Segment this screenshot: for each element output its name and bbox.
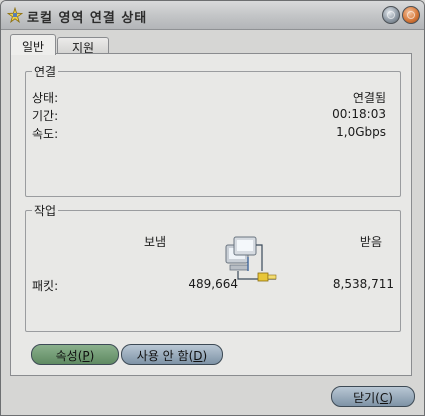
tab-support[interactable]: 지원 (57, 37, 109, 55)
status-label: 상태: (32, 91, 59, 105)
disable-hotkey: D (193, 349, 203, 363)
close-hotkey-close: ) (388, 391, 393, 405)
properties-button[interactable]: 속성(P) (31, 344, 119, 365)
disable-hotkey-close: ) (202, 349, 208, 363)
status-dialog: 로컬 영역 연결 상태 일반 지원 연결 상태: 연결됨 기간: 00:18:0… (0, 0, 425, 416)
disable-button[interactable]: 사용 안 함(D) (121, 344, 223, 365)
properties-hotkey: P (82, 349, 90, 363)
tab-general[interactable]: 일반 (10, 34, 56, 55)
activity-legend: 작업 (34, 204, 57, 218)
disable-button-label: 사용 안 함 (136, 349, 189, 363)
close-button[interactable]: 닫기(C) (331, 386, 415, 407)
packets-label: 패킷: (32, 279, 59, 293)
received-label: 받음 (359, 235, 382, 249)
duration-label: 기간: (32, 109, 59, 123)
close-button-label: 닫기 (353, 391, 376, 405)
properties-hotkey-close: ) (89, 349, 95, 363)
speed-value: 1,0Gbps (336, 125, 386, 139)
title-bar[interactable]: 로컬 영역 연결 상태 (1, 1, 424, 30)
packets-sent-value: 489,664 (188, 277, 238, 291)
speed-label: 속도: (32, 127, 59, 141)
duration-value: 00:18:03 (332, 107, 386, 121)
properties-button-label: 속성 (55, 349, 78, 363)
close-icon (407, 11, 415, 19)
status-value: 연결됨 (352, 91, 386, 105)
close-hotkey: C (379, 391, 389, 405)
sent-label: 보냄 (144, 235, 167, 249)
network-star-icon (7, 7, 23, 23)
tab-panel-general: 연결 상태: 연결됨 기간: 00:18:03 속도: 1,0Gbps 작업 보… (10, 53, 412, 376)
minimize-icon (387, 11, 395, 19)
window-title: 로컬 영역 연결 상태 (27, 11, 148, 26)
packets-received-value: 8,538,711 (332, 277, 394, 291)
connection-legend: 연결 (34, 65, 57, 79)
activity-group: 작업 보냄 받음 패킷: 489,664 8,538,711 (25, 202, 401, 332)
close-window-button[interactable] (402, 6, 420, 24)
minimize-button[interactable] (382, 6, 400, 24)
connection-group: 연결 상태: 연결됨 기간: 00:18:03 속도: 1,0Gbps (25, 63, 401, 197)
